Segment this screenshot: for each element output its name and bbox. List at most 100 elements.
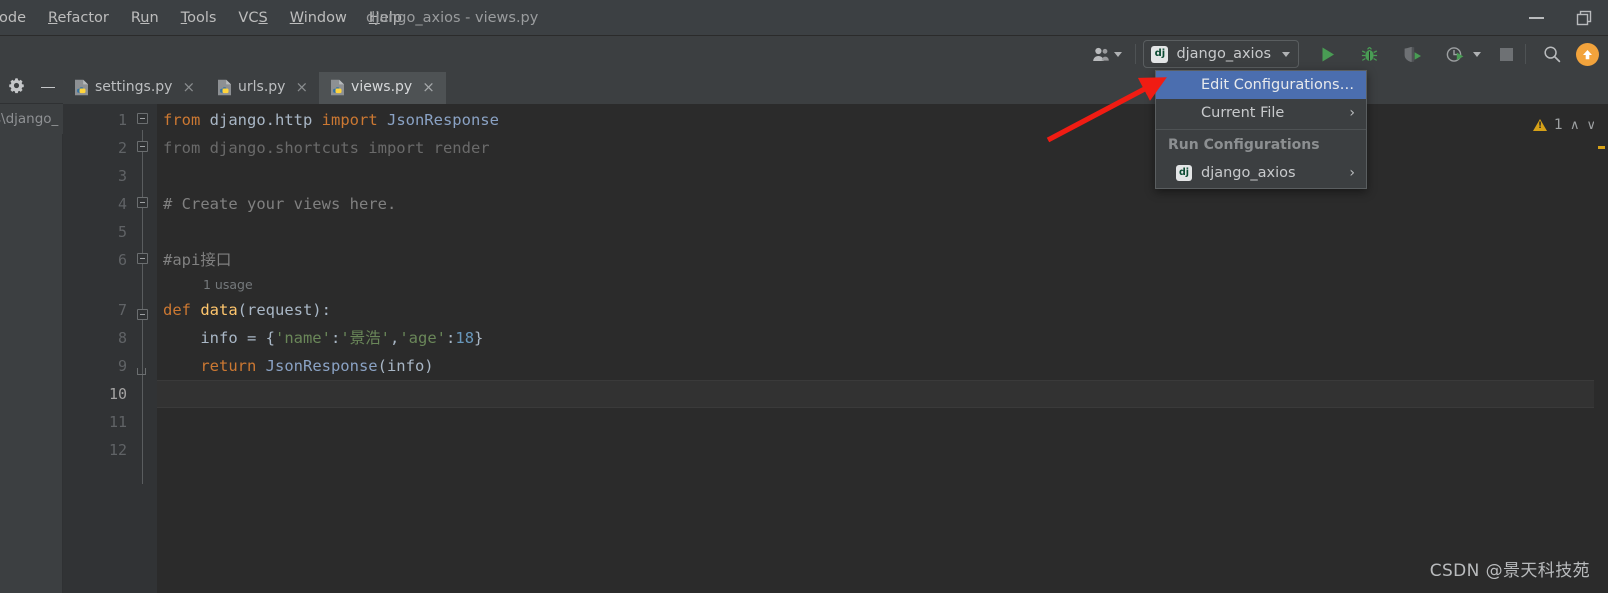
line-number: 2 — [117, 139, 127, 157]
menu-item-tools[interactable]: Tools — [170, 5, 228, 31]
code-token: import — [321, 111, 387, 129]
debug-button[interactable] — [1355, 39, 1384, 69]
run-configuration-selector[interactable]: dj django_axios — [1143, 40, 1299, 68]
line-number: 7 — [117, 301, 127, 319]
current-line-highlight — [157, 380, 1608, 408]
run-button[interactable] — [1313, 39, 1342, 69]
fold-end-marker[interactable] — [137, 368, 146, 375]
code-token: 'age' — [399, 329, 447, 347]
python-file-icon — [74, 79, 89, 96]
chevron-right-icon: › — [1349, 105, 1355, 121]
line-number: 3 — [117, 167, 127, 185]
inlay-hint-usages[interactable]: 1 usage — [203, 274, 253, 296]
search-everywhere-button[interactable] — [1537, 39, 1567, 69]
tab-urls-py[interactable]: urls.py × — [206, 72, 319, 104]
menu-item-vcs[interactable]: VCS — [227, 5, 278, 31]
code-token: : — [446, 329, 456, 347]
close-icon[interactable]: × — [295, 79, 308, 95]
menu-item-code[interactable]: ode — [0, 5, 37, 31]
toolbar-separator — [1135, 44, 1137, 64]
breadcrumb-text: s\django_ — [0, 111, 59, 127]
menu-item-refactor[interactable]: Refactor — [37, 5, 120, 31]
people-icon — [1093, 47, 1110, 61]
code-line[interactable]: def data(request): — [163, 296, 331, 324]
profile-button[interactable] — [1440, 39, 1470, 69]
menu-item-run[interactable]: Run — [120, 5, 170, 31]
code-token: from — [163, 111, 210, 129]
code-token: 18 — [455, 329, 475, 347]
menu-item-current-file[interactable]: Current File › — [1156, 99, 1366, 127]
fold-marker-line-2[interactable] — [137, 141, 148, 152]
line-number: 11 — [108, 413, 127, 431]
code-token: def — [163, 301, 201, 319]
line-number: 6 — [117, 251, 127, 269]
tab-views-py[interactable]: views.py × — [319, 72, 446, 104]
line-number-gutter[interactable]: 1 2 3 4 5 6 7 8 9 10 11 12 — [63, 104, 137, 593]
tab-label: views.py — [351, 79, 413, 95]
code-line[interactable]: info = {'name':'景浩','age':18} — [163, 324, 483, 352]
arrow-up-icon — [1583, 49, 1592, 59]
editor-tab-bar: settings.py × urls.py × views.py × — [63, 72, 1608, 104]
menu-mnemonic: S — [258, 10, 268, 26]
close-icon[interactable]: × — [182, 79, 195, 95]
previous-problem-button[interactable]: ∧ — [1570, 118, 1580, 133]
window-controls — [1512, 0, 1608, 36]
code-token: 'name' — [274, 329, 331, 347]
inspection-widget[interactable]: 1 ∧ ∨ — [1533, 112, 1596, 138]
code-content[interactable]: from django.http import JsonResponse from… — [157, 104, 1608, 593]
chevron-down-icon — [1473, 51, 1481, 57]
code-token: #api接口 — [163, 251, 232, 269]
toolbar-right-group: dj django_axios — [1088, 36, 1606, 72]
fold-outline-line — [142, 130, 143, 484]
fold-marker-line-7[interactable] — [137, 309, 148, 320]
coverage-button[interactable] — [1397, 39, 1427, 69]
code-line[interactable]: from django.shortcuts import render — [163, 134, 490, 162]
restore-icon — [1576, 10, 1591, 25]
code-line[interactable]: #api接口 — [163, 246, 231, 274]
settings-gear-button[interactable] — [8, 77, 25, 98]
menu-item-list: ode Refactor Run Tools VCS Window Help — [0, 0, 413, 36]
error-stripe-gutter[interactable] — [1594, 104, 1608, 593]
profile-dropdown-button[interactable] — [1470, 39, 1484, 69]
minimize-button[interactable] — [1512, 0, 1560, 36]
code-line[interactable]: from django.http import JsonResponse — [163, 106, 499, 134]
window-title: django_axios - views.py — [366, 10, 539, 26]
tab-label: settings.py — [95, 79, 173, 95]
code-line[interactable]: # Create your views here. — [163, 190, 396, 218]
run-configuration-name: django_axios — [1176, 46, 1271, 62]
hide-tool-window-button[interactable] — [41, 86, 55, 89]
menu-section-label: Run Configurations — [1168, 137, 1320, 153]
warning-stripe-mark[interactable] — [1598, 146, 1605, 149]
code-token: # Create your views here. — [163, 195, 397, 213]
breadcrumb[interactable]: s\django_ — [0, 104, 63, 134]
minimize-icon — [1528, 17, 1544, 19]
tool-window-header — [0, 72, 63, 104]
code-line[interactable]: return JsonResponse(info) — [163, 352, 433, 380]
code-folding-gutter[interactable] — [137, 104, 157, 593]
chevron-down-icon — [1282, 51, 1290, 57]
line-number: 4 — [117, 195, 127, 213]
code-editor[interactable]: 1 2 3 4 5 6 7 8 9 10 11 12 from django.http import … — [63, 104, 1608, 593]
fold-marker-line-6[interactable] — [137, 253, 148, 264]
menu-item-django-axios[interactable]: dj django_axios › — [1156, 158, 1366, 188]
chevron-down-icon — [1114, 51, 1123, 57]
python-file-icon — [217, 79, 232, 96]
fold-marker-line-4[interactable] — [137, 197, 148, 208]
tab-settings-py[interactable]: settings.py × — [63, 72, 206, 104]
minimize-icon — [41, 86, 55, 89]
restore-button[interactable] — [1560, 0, 1608, 36]
user-accounts-button[interactable] — [1088, 40, 1128, 68]
search-icon — [1544, 46, 1561, 63]
update-project-button[interactable] — [1571, 39, 1604, 69]
close-icon[interactable]: × — [422, 79, 435, 95]
menu-item-label: ode — [0, 10, 26, 26]
warning-count: 1 — [1554, 117, 1563, 133]
menu-item-window[interactable]: Window — [279, 5, 358, 31]
line-number: 10 — [108, 385, 127, 403]
stop-button[interactable] — [1495, 39, 1518, 69]
menu-item-edit-configurations[interactable]: Edit Configurations… — [1156, 71, 1366, 99]
menu-mnemonic: u — [140, 10, 150, 26]
fold-marker-line-1[interactable] — [137, 113, 148, 124]
django-icon: dj — [1176, 165, 1192, 181]
